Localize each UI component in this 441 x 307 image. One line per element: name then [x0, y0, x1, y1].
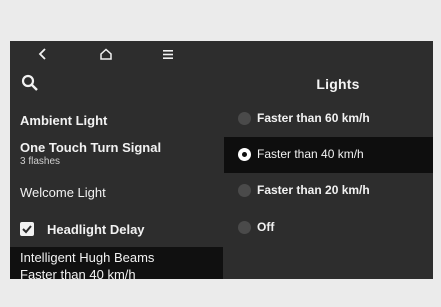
page-title: Lights [316, 76, 360, 92]
search-icon [21, 74, 38, 91]
radio-button-selected[interactable] [238, 148, 251, 161]
menu-item-label: Ambient Light [20, 113, 108, 128]
option-label: Faster than 40 km/h [257, 147, 364, 161]
headlight-delay-checkbox[interactable] [20, 222, 34, 236]
option-label: Faster than 60 km/h [257, 111, 370, 125]
menu-item-one-touch-turn-signal[interactable]: One Touch Turn Signal 3 flashes [20, 140, 161, 167]
menu-item-label: One Touch Turn Signal [20, 140, 162, 155]
menu-item-ambient-light[interactable]: Ambient Light [20, 113, 107, 128]
option-faster-than-20[interactable]: Faster than 20 km/h [224, 173, 433, 209]
checkmark-icon [22, 225, 32, 234]
menu-icon [163, 49, 173, 59]
search-button[interactable] [20, 73, 42, 95]
home-icon [100, 48, 112, 60]
menu-button[interactable] [153, 43, 183, 65]
top-nav-bar [10, 41, 433, 67]
menu-item-intelligent-high-beams[interactable]: Intelligent Hugh Beams Faster than 40 km… [10, 247, 223, 279]
radio-button[interactable] [238, 221, 251, 234]
menu-item-label: Headlight Delay [47, 222, 145, 237]
menu-item-label: Intelligent Hugh Beams [20, 250, 155, 265]
menu-item-sublabel: Faster than 40 km/h [20, 267, 136, 279]
menu-item-headlight-delay[interactable]: Headlight Delay [47, 222, 145, 237]
menu-item-label: Welcome Light [20, 185, 106, 200]
infotainment-screen: Lights Ambient Light One Touch Turn Sign… [10, 41, 433, 279]
menu-item-welcome-light[interactable]: Welcome Light [20, 185, 106, 200]
home-button[interactable] [91, 43, 121, 65]
menu-item-sublabel: 3 flashes [20, 156, 61, 167]
option-faster-than-60[interactable]: Faster than 60 km/h [224, 101, 433, 137]
back-button[interactable] [28, 43, 58, 65]
radio-button[interactable] [238, 112, 251, 125]
option-label: Off [257, 220, 275, 234]
chevron-left-icon [38, 48, 46, 60]
radio-button[interactable] [238, 184, 251, 197]
option-label: Faster than 20 km/h [257, 183, 370, 197]
option-off[interactable]: Off [224, 210, 433, 246]
option-faster-than-40[interactable]: Faster than 40 km/h [224, 137, 433, 173]
